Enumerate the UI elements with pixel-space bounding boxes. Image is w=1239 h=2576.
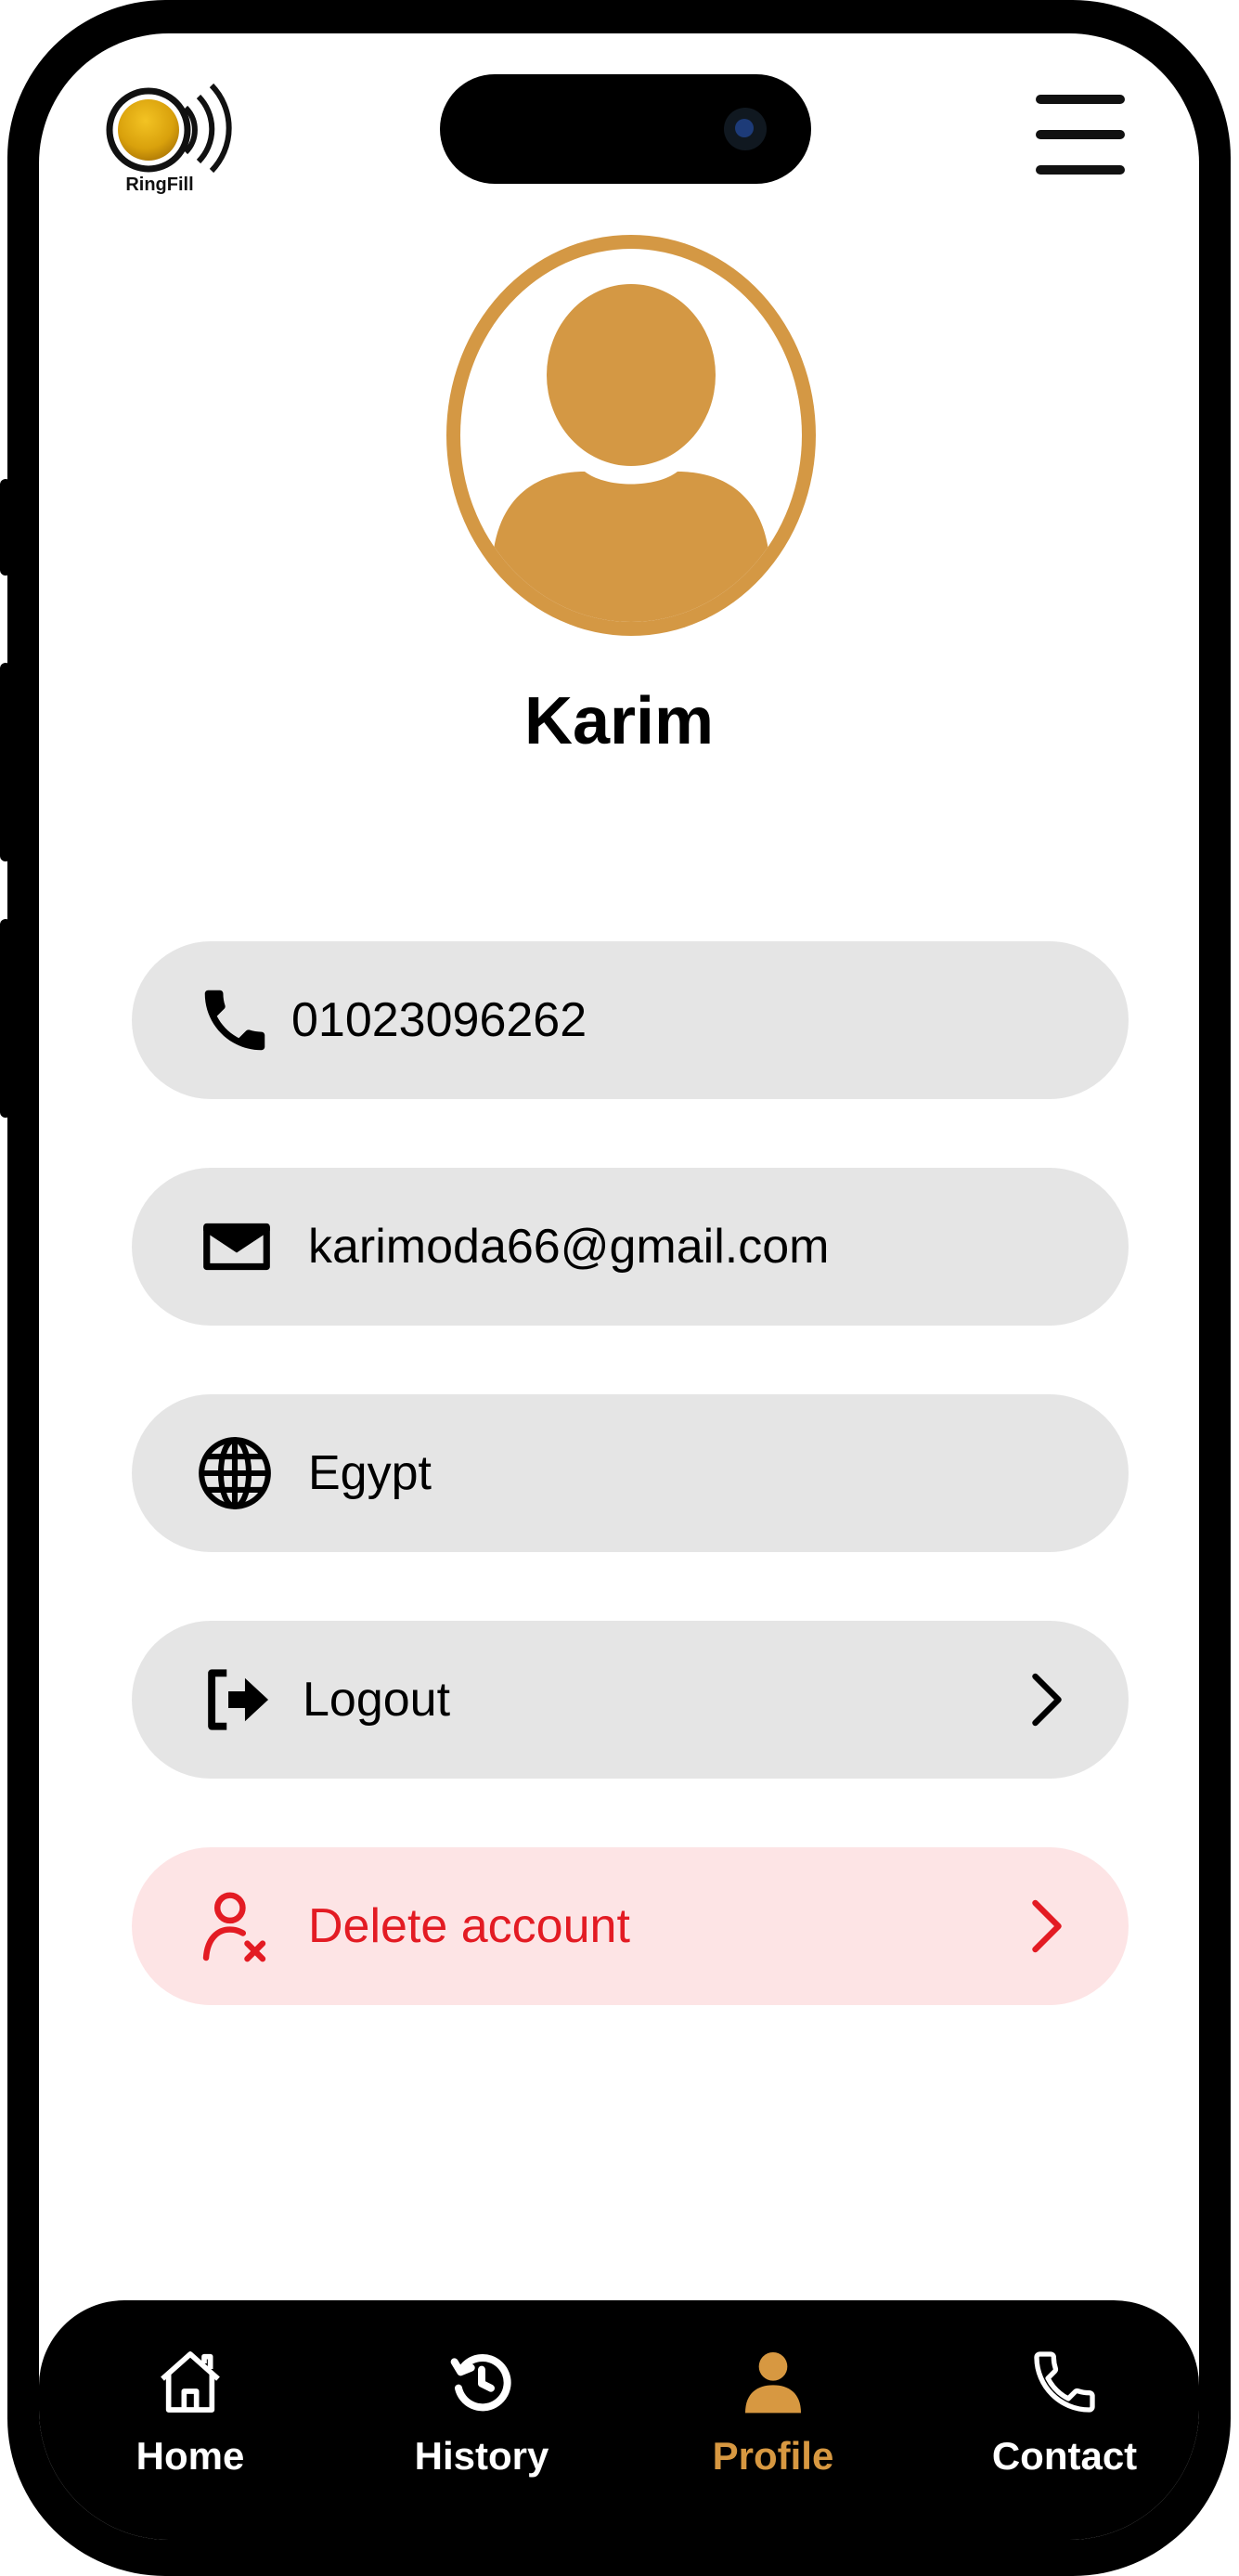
history-icon [450,2354,511,2412]
dynamic-island [440,74,811,184]
chevron-right-icon [1032,1673,1062,1727]
nav-profile-label: Profile [712,2434,834,2478]
hamburger-menu-icon-bar [1036,130,1125,139]
nav-history-label: History [414,2434,549,2478]
email-row: karimoda66@gmail.com [132,1168,1129,1326]
globe-icon [199,1437,271,1509]
nav-history[interactable]: History [370,2319,593,2523]
phone-value: 01023096262 [291,993,587,1047]
phone-row: 01023096262 [132,941,1129,1099]
volume-down-button [0,919,11,1118]
app-screen: RingFill Karim 01023096262 karimoda66@gm… [39,33,1199,2540]
nav-home[interactable]: Home [79,2319,302,2523]
delete-account-label: Delete account [308,1899,630,1953]
side-button [0,479,11,576]
country-row: Egypt [132,1394,1129,1552]
ringfill-logo: RingFill [97,65,236,210]
menu-button[interactable] [1036,95,1127,175]
phone-icon [1034,2351,1095,2413]
logout-button[interactable]: Logout [132,1621,1129,1779]
user-name: Karim [523,684,715,758]
mail-icon [203,1223,270,1271]
power-button [1220,800,1231,1116]
logo-wordmark: RingFill [125,175,194,195]
profile-icon [745,2352,801,2414]
nav-contact-label: Contact [991,2434,1138,2478]
phone-icon [204,990,265,1051]
logout-icon [208,1669,269,1730]
delete-account-button[interactable]: Delete account [132,1847,1129,2005]
nav-profile[interactable]: Profile [662,2319,884,2523]
volume-up-button [0,663,11,861]
camera-icon [724,108,767,150]
hamburger-menu-icon-bar [1036,165,1125,175]
logo-icon [106,83,232,174]
user-avatar-icon[interactable] [434,223,828,648]
email-value: karimoda66@gmail.com [308,1220,830,1274]
user-remove-icon [202,1892,266,1962]
phone-frame: RingFill Karim 01023096262 karimoda66@gm… [0,0,1231,2576]
chevron-right-icon [1032,1899,1062,1953]
logout-label: Logout [303,1673,451,1727]
bottom-navigation: Home History Profile Contact [39,2300,1199,2540]
country-value: Egypt [308,1446,432,1500]
hamburger-menu-icon-bar [1036,95,1125,104]
nav-contact[interactable]: Contact [953,2319,1176,2523]
home-icon [161,2351,220,2413]
nav-home-label: Home [136,2434,245,2478]
